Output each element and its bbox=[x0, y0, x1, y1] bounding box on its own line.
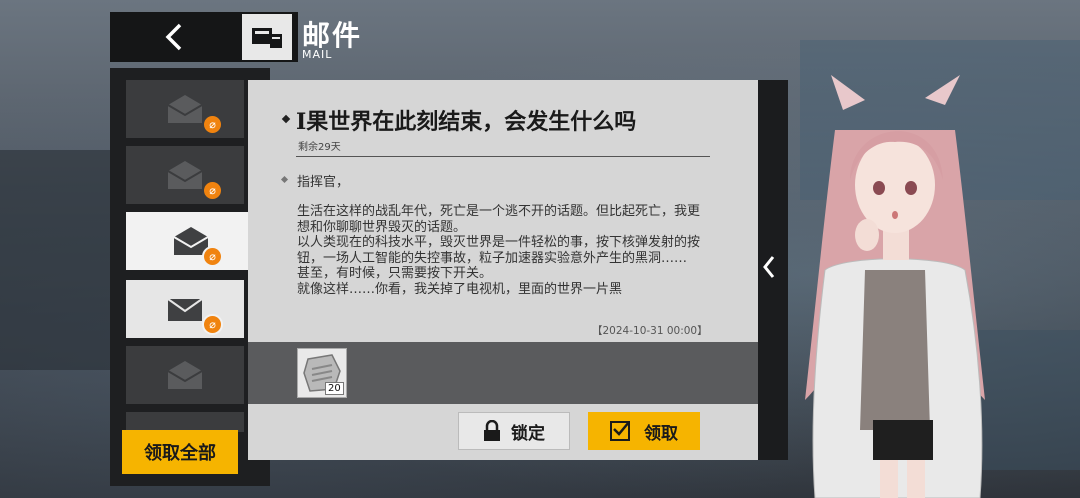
divider bbox=[296, 156, 710, 157]
mail-header-icon bbox=[238, 14, 292, 60]
body-fade bbox=[290, 300, 710, 320]
mail-list-item[interactable]: ⌀ bbox=[126, 146, 244, 204]
mail-greeting: 指挥官， bbox=[297, 175, 350, 190]
mail-title: I果世界在此刻结束，会发生什么吗 bbox=[296, 109, 637, 135]
attachment-clip-icon: ⌀ bbox=[202, 180, 223, 201]
checkbox-icon bbox=[610, 421, 630, 441]
body-paragraph: 生活在这样的战乱年代，死亡是一个逃不开的话题。但比起死亡，我更想和你聊聊世界毁灭… bbox=[297, 204, 701, 235]
chevron-left-icon bbox=[165, 23, 182, 51]
page-subtitle: MAIL bbox=[302, 48, 333, 61]
character-portrait bbox=[805, 75, 985, 498]
mail-body[interactable]: 生活在这样的战乱年代，死亡是一个逃不开的话题。但比起死亡，我更想和你聊聊世界毁灭… bbox=[297, 204, 707, 314]
top-bar bbox=[110, 12, 298, 62]
attachment-clip-icon: ⌀ bbox=[202, 114, 223, 135]
expiry-remaining: 剩余29天 bbox=[298, 142, 341, 153]
lock-icon bbox=[484, 420, 500, 441]
mail-list-item[interactable]: ⌀ bbox=[126, 80, 244, 138]
mail-date: 【2024-10-31 00:00】 bbox=[592, 325, 708, 337]
attachment-count: 20 bbox=[325, 382, 344, 395]
attachment-clip-icon: ⌀ bbox=[202, 314, 223, 335]
body-paragraph: 以人类现在的科技水平，毁灭世界是一件轻松的事，按下核弹发射的按钮，一场人工智能的… bbox=[297, 235, 701, 266]
lock-label: 锁定 bbox=[511, 423, 545, 444]
back-button[interactable] bbox=[110, 12, 238, 62]
attachment-clip-icon: ⌀ bbox=[202, 246, 223, 267]
claim-label: 领取 bbox=[644, 423, 678, 444]
body-paragraph: 就像这样……你看，我关掉了电视机，里面的世界一片黑 bbox=[297, 281, 623, 297]
mail-list-item[interactable] bbox=[126, 412, 244, 432]
lock-button[interactable]: 锁定 bbox=[458, 412, 570, 450]
envelope-open-icon bbox=[167, 361, 203, 389]
claim-button[interactable]: 领取 bbox=[588, 412, 700, 450]
mail-list: ⌀ ⌀ ⌀ ⌀ bbox=[110, 68, 272, 486]
body-paragraph: 甚至，有时候，只需要按下开关。 bbox=[297, 266, 493, 281]
mail-list-item[interactable] bbox=[126, 346, 244, 404]
mail-list-item[interactable]: ⌀ bbox=[126, 280, 244, 338]
envelope-closed-icon bbox=[167, 298, 203, 321]
claim-all-button[interactable]: 领取全部 bbox=[122, 430, 238, 474]
chevron-left-icon[interactable] bbox=[762, 255, 776, 285]
envelope-open-icon bbox=[167, 95, 203, 123]
envelope-open-icon bbox=[167, 161, 203, 189]
mail-list-item-selected[interactable]: ⌀ bbox=[126, 212, 272, 270]
